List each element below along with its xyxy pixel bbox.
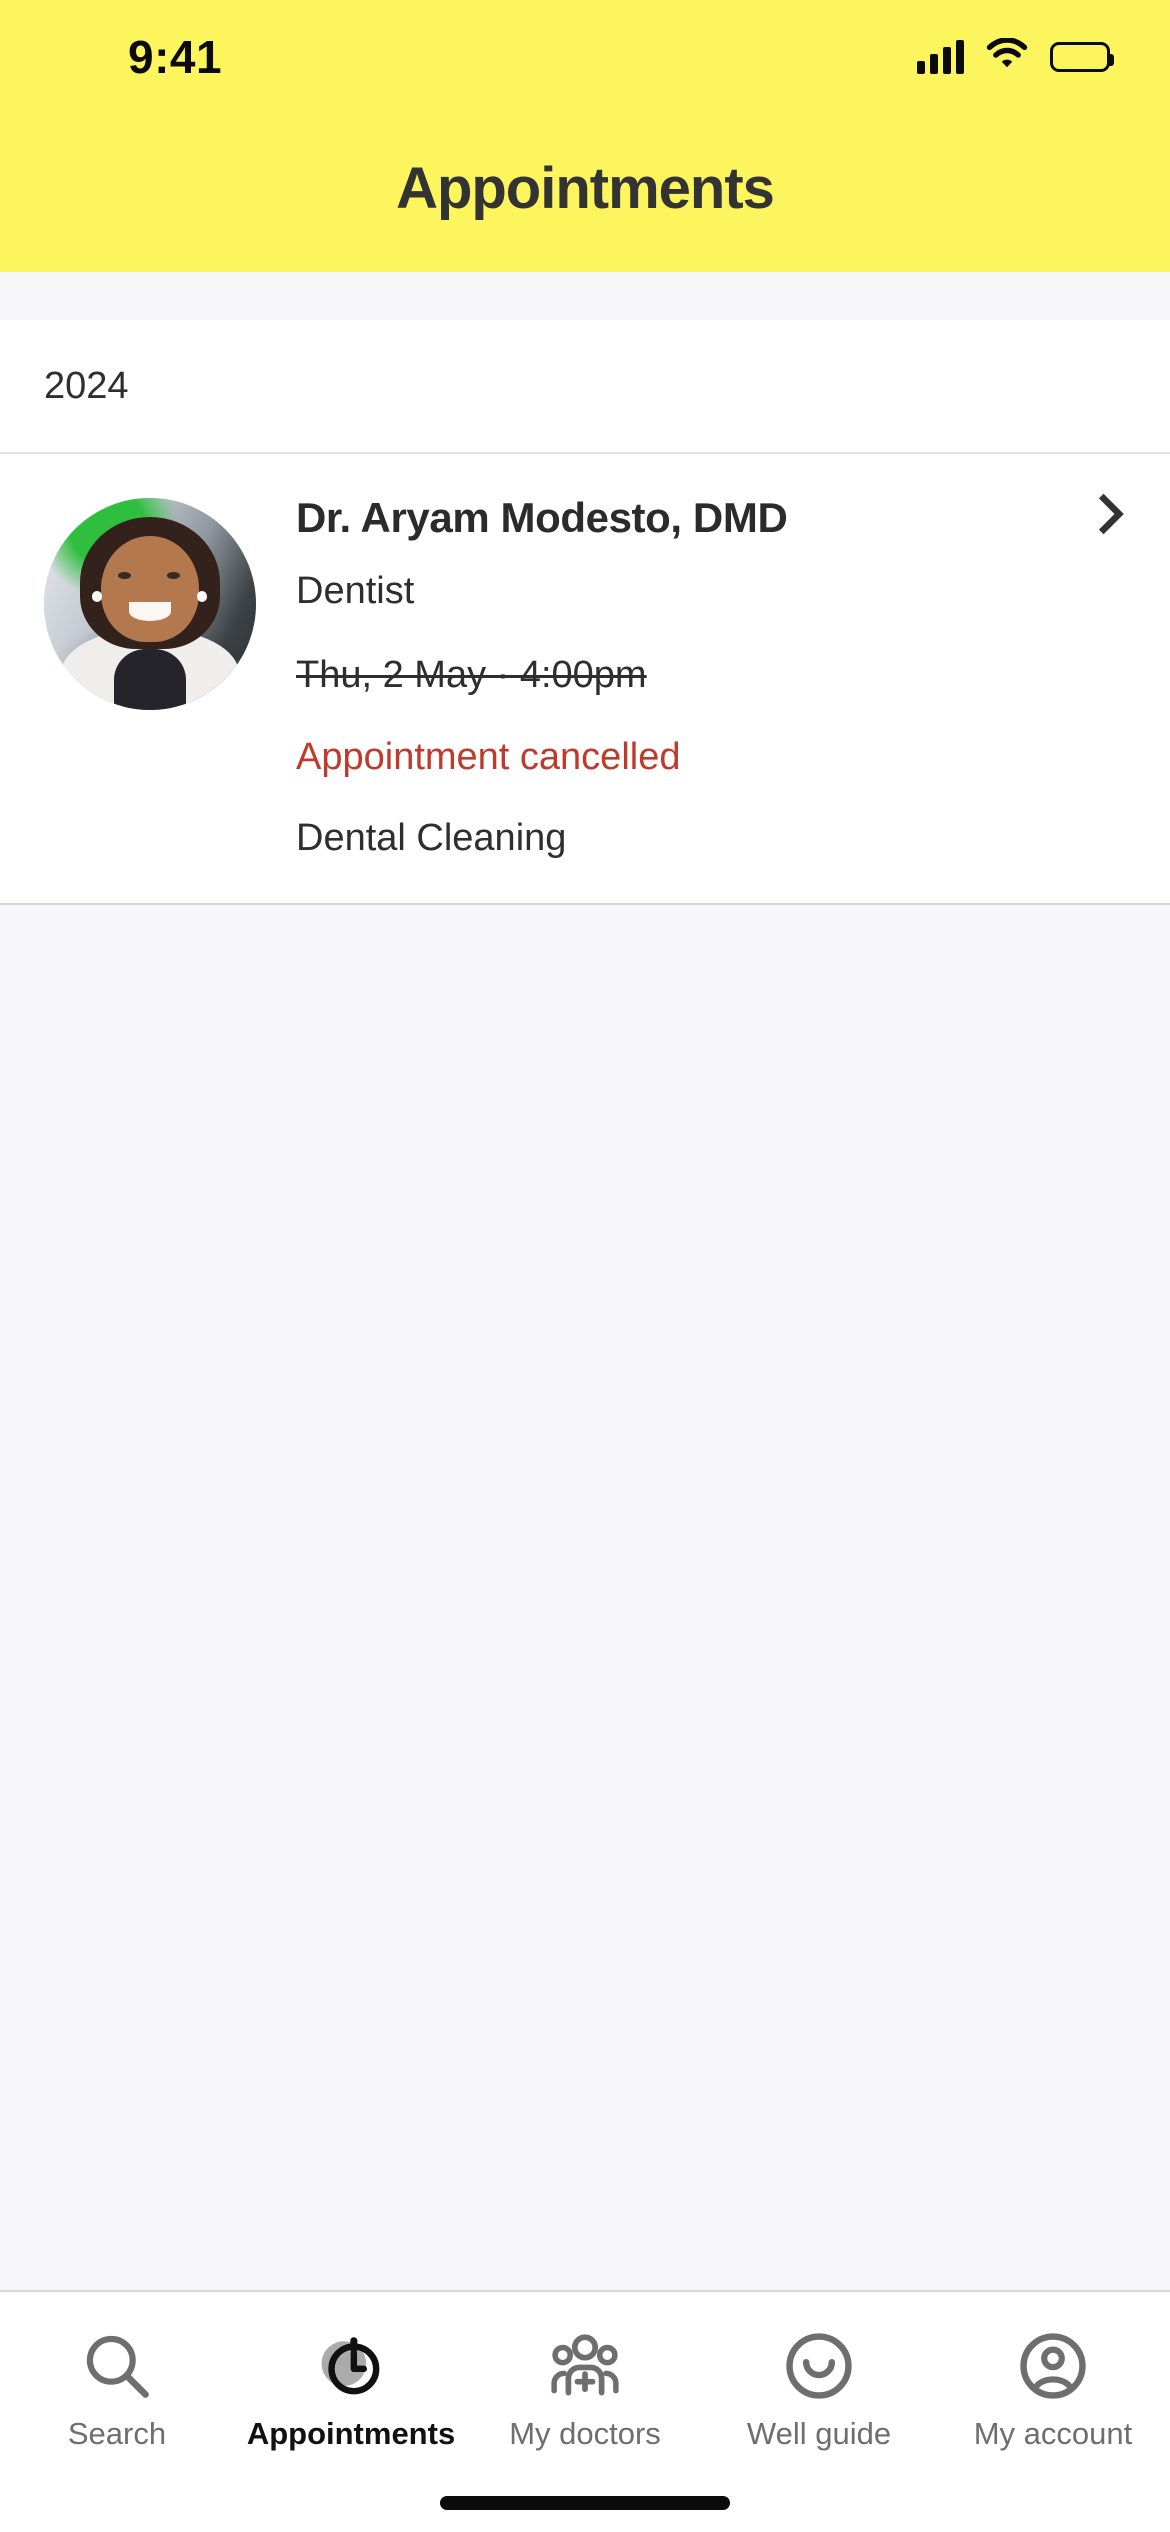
appointments-list[interactable]: 2024 Dr. Aryam Modesto, DMD Dentist Thu,…: [0, 320, 1170, 2290]
tab-my-doctors[interactable]: My doctors: [468, 2292, 702, 2452]
status-badge: Appointment cancelled: [296, 735, 681, 778]
doctor-specialty: Dentist: [296, 570, 415, 613]
tab-label-my-doctors: My doctors: [509, 2416, 661, 2451]
battery-full-icon: [1050, 41, 1114, 72]
home-indicator-bar[interactable]: [440, 2496, 730, 2510]
tab-label-search: Search: [67, 2416, 167, 2451]
header-spacer: [0, 272, 1170, 320]
page-title: Appointments: [396, 156, 775, 221]
search-icon: [79, 2328, 155, 2404]
doctor-name: Dr. Aryam Modesto, DMD: [296, 494, 788, 541]
tab-label-appointments: Appointments: [246, 2416, 456, 2451]
account-circle-icon: [1015, 2328, 1091, 2404]
tab-label-my-account: My account: [973, 2416, 1133, 2451]
smiley-circle-icon: [781, 2328, 857, 2404]
app-screen: 9:41 Appointments 2024 Dr. Aryam Modesto…: [0, 0, 1170, 2532]
appointment-datetime: Thu, 2 May · 4:00pm: [296, 653, 647, 696]
stopwatch-icon: [313, 2328, 389, 2404]
wifi-icon: [986, 37, 1028, 75]
cellular-signal-icon: [917, 39, 964, 74]
chevron-right-icon[interactable]: [1078, 492, 1132, 541]
appointment-list-item[interactable]: Dr. Aryam Modesto, DMD Dentist Thu, 2 Ma…: [0, 454, 1170, 906]
empty-list-area: [0, 905, 1170, 2290]
status-bar-icons: [917, 37, 1114, 75]
bottom-tab-bar: Search Appointments My doctors Well guid…: [0, 2290, 1170, 2532]
top-bar: 9:41 Appointments: [0, 0, 1170, 272]
appointment-reason: Dental Cleaning: [296, 817, 567, 860]
status-bar: 9:41: [0, 0, 1170, 100]
status-bar-time: 9:41: [128, 31, 223, 83]
tab-search[interactable]: Search: [0, 2292, 234, 2452]
tab-well-guide[interactable]: Well guide: [702, 2292, 936, 2452]
people-medical-icon: [547, 2328, 623, 2404]
doctor-avatar-photo: [44, 498, 256, 710]
appointment-details: Dr. Aryam Modesto, DMD Dentist Thu, 2 Ma…: [256, 492, 1078, 861]
tab-label-well-guide: Well guide: [746, 2416, 892, 2451]
tab-my-account[interactable]: My account: [936, 2292, 1170, 2452]
year-section-header: 2024: [0, 320, 1170, 454]
tab-appointments[interactable]: Appointments: [234, 2292, 468, 2452]
